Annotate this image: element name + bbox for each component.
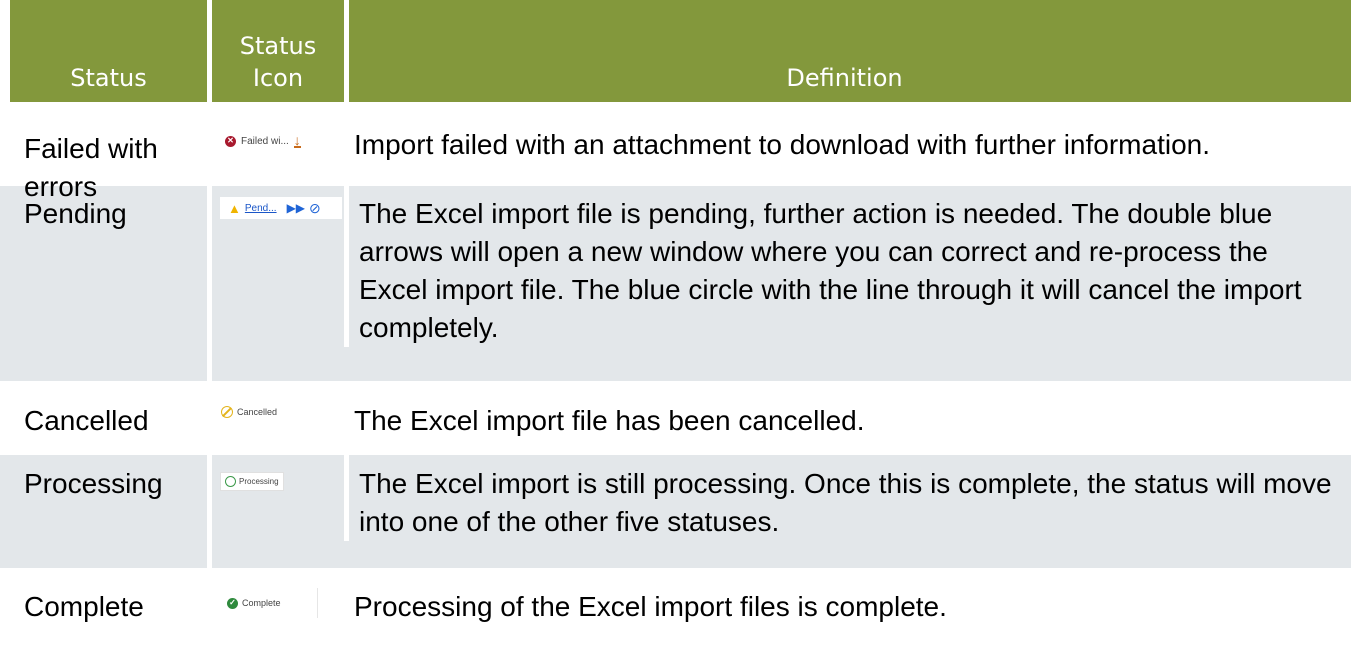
status-icon-cell: Processing	[207, 455, 344, 568]
status-name: Processing	[24, 468, 163, 499]
header-definition: Definition	[344, 0, 1340, 102]
status-icon-cell: ✓ Complete	[207, 568, 344, 656]
double-arrow-icon[interactable]: ▶▶	[287, 201, 305, 215]
status-definition: The Excel import file has been cancelled…	[354, 405, 865, 436]
failed-status-chip: ✕ Failed wi... ↓	[221, 130, 305, 152]
status-name: Pending	[24, 198, 127, 229]
status-icon-cell: Cancelled	[207, 381, 344, 455]
chip-label: Processing	[239, 477, 279, 486]
header-status-icon-line1: Status	[239, 32, 317, 60]
status-definition: Import failed with an attachment to down…	[354, 129, 1210, 160]
header-status-icon: Status Icon	[207, 0, 344, 102]
cancelled-status-chip: Cancelled	[217, 401, 282, 423]
complete-status-chip: ✓ Complete	[221, 588, 318, 618]
pending-status-chip: ▲ Pend... ▶▶ ⊘	[220, 197, 342, 219]
status-definition: Processing of the Excel import files is …	[354, 591, 947, 622]
table-row: Failed with errors ✕ Failed wi... ↓ Impo…	[0, 102, 1351, 202]
status-definition: The Excel import is still processing. On…	[344, 455, 1351, 541]
status-icon-cell: ✕ Failed wi... ↓	[207, 102, 344, 186]
chip-label: Complete	[242, 598, 281, 608]
header-status: Status	[70, 64, 147, 92]
chip-label: Cancelled	[237, 407, 278, 417]
status-icon-cell: ▲ Pend... ▶▶ ⊘	[207, 186, 344, 381]
table-header: Status Status Icon Definition	[10, 0, 1351, 102]
complete-icon: ✓	[227, 597, 238, 609]
error-icon: ✕	[225, 135, 236, 147]
status-definition: The Excel import file is pending, furthe…	[344, 186, 1351, 347]
status-name: Cancelled	[24, 405, 149, 436]
processing-status-chip: Processing	[220, 472, 284, 491]
processing-icon	[225, 476, 236, 487]
table-row: Pending ▲ Pend... ▶▶ ⊘ The Excel import …	[0, 186, 1351, 381]
table-row: Complete ✓ Complete Processing of the Ex…	[0, 568, 1351, 656]
chip-label: Failed wi...	[241, 135, 289, 147]
status-name: Complete	[24, 591, 144, 622]
chip-label[interactable]: Pend...	[245, 203, 277, 214]
header-status-icon-line2: Icon	[252, 64, 304, 92]
cancelled-icon	[221, 406, 233, 418]
warning-icon: ▲	[228, 200, 241, 216]
cancel-circle-icon[interactable]: ⊘	[309, 200, 321, 217]
download-icon[interactable]: ↓	[293, 133, 301, 148]
status-definitions-table: Status Status Icon Definition Failed with…	[0, 0, 1351, 656]
table-row: Cancelled Cancelled The Excel import fil…	[0, 381, 1351, 455]
table-row: Processing Processing The Excel import i…	[0, 455, 1351, 568]
